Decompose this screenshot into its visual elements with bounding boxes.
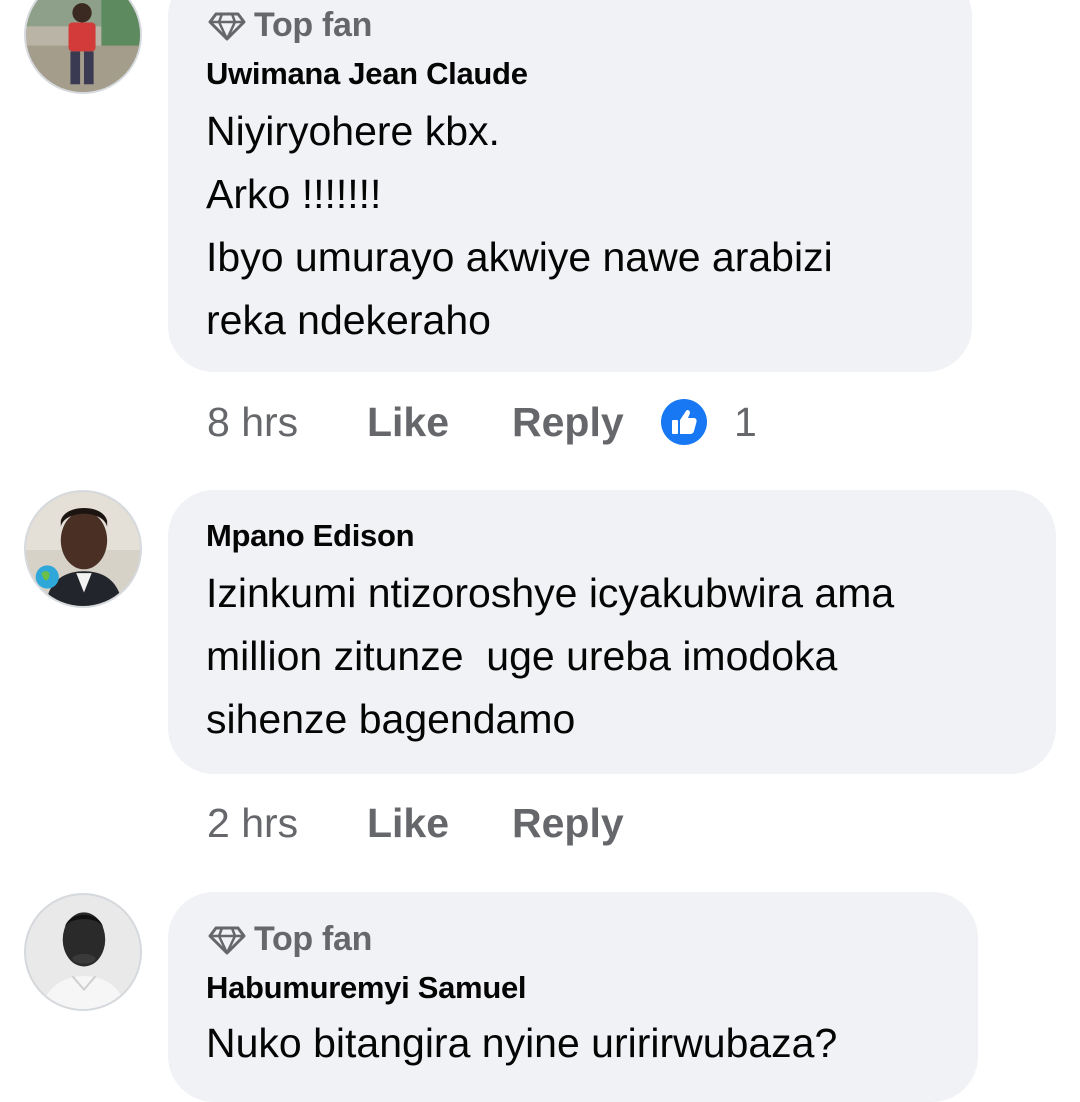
comment-text: Nuko bitangira nyine uririrwubaza? — [206, 1012, 837, 1075]
top-fan-label: Top fan — [254, 6, 373, 44]
top-fan-badge[interactable]: Top fan — [208, 920, 372, 959]
reply-button[interactable]: Reply — [512, 800, 660, 847]
comment-bubble: Mpano Edison Izinkumi ntizoroshye icyaku… — [168, 490, 1056, 774]
comment-line: million zitunze uge ureba imodoka — [206, 633, 838, 679]
comment-text: Izinkumi ntizoroshye icyakubwira ama mil… — [206, 562, 894, 751]
top-fan-badge[interactable]: Top fan — [208, 6, 372, 45]
top-fan-label: Top fan — [254, 920, 373, 958]
like-button[interactable]: Like — [367, 800, 512, 847]
comment-actions: 8 hrs Like Reply 1 — [207, 398, 757, 446]
comment-bubble: Top fan Uwimana Jean Claude Niyiryohere … — [168, 0, 972, 372]
like-button[interactable]: Like — [367, 399, 512, 446]
comment-line: Arko !!!!!!! — [206, 171, 382, 217]
avatar[interactable] — [24, 0, 142, 94]
comment-line: Ibyo umurayo akwiye nawe arabizi — [206, 234, 833, 280]
comment-text: Niyiryohere kbx. Arko !!!!!!! Ibyo umura… — [206, 100, 833, 352]
avatar-photo — [26, 895, 140, 1009]
comment-author[interactable]: Uwimana Jean Claude — [206, 56, 528, 92]
comment-line: Izinkumi ntizoroshye icyakubwira ama — [206, 570, 895, 616]
reply-button[interactable]: Reply — [512, 399, 660, 446]
diamond-icon — [208, 12, 246, 40]
comment-actions: 2 hrs Like Reply — [207, 800, 660, 847]
reaction-summary[interactable]: 1 — [660, 398, 757, 446]
comment-line: Nuko bitangira nyine uririrwubaza? — [206, 1020, 838, 1066]
avatar-photo — [26, 0, 140, 92]
comment-author[interactable]: Habumuremyi Samuel — [206, 970, 527, 1006]
comment-author[interactable]: Mpano Edison — [206, 518, 415, 554]
comment-line: reka ndekeraho — [206, 297, 491, 343]
like-thumb-icon — [661, 399, 707, 445]
comment-bubble: Top fan Habumuremyi Samuel Nuko bitangir… — [168, 892, 978, 1102]
comment-timestamp[interactable]: 2 hrs — [207, 800, 367, 847]
reaction-count: 1 — [734, 398, 757, 445]
comment-line: Niyiryohere kbx. — [206, 108, 500, 154]
avatar-photo — [26, 492, 140, 606]
avatar[interactable] — [24, 490, 142, 608]
comment-line: sihenze bagendamo — [206, 696, 576, 742]
avatar[interactable] — [24, 893, 142, 1011]
comment-timestamp[interactable]: 8 hrs — [207, 399, 367, 446]
diamond-icon — [208, 926, 246, 954]
